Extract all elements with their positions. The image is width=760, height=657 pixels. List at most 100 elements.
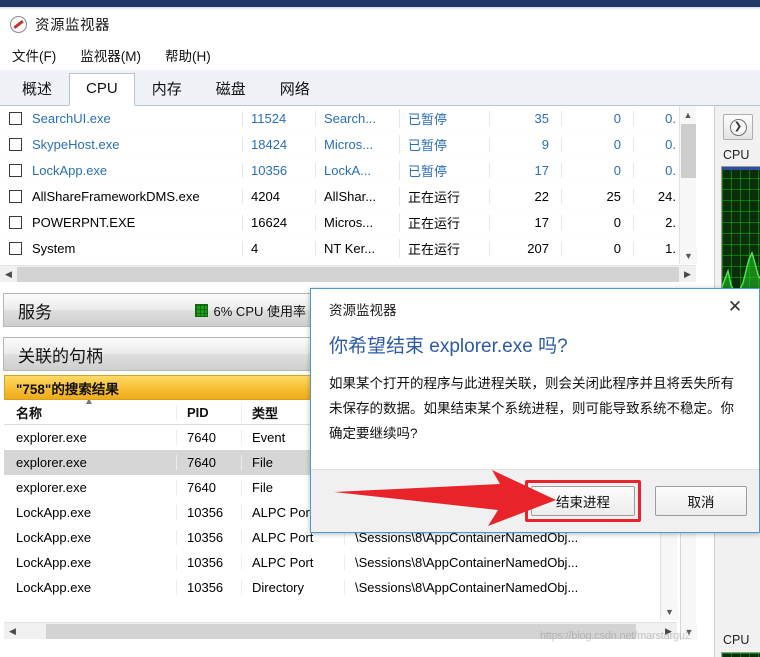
chevron-down-icon[interactable]: ▼ (680, 247, 697, 264)
chevron-up-icon[interactable]: ▲ (680, 106, 696, 123)
process-name: SkypeHost.exe (32, 137, 120, 152)
tab-network[interactable]: 网络 (263, 74, 327, 105)
handle-pid: 10356 (176, 505, 241, 520)
handle-pid: 7640 (176, 455, 241, 470)
menu-item-file[interactable]: 文件(F) (12, 45, 56, 65)
handle-name: LockApp.exe (16, 530, 92, 545)
process-cpu: 0 (561, 137, 633, 152)
handle-name: explorer.exe (16, 480, 87, 495)
handles-search-result-bar: "758"的搜索结果 (4, 375, 312, 400)
menu-item-monitor[interactable]: 监视器(M) (80, 45, 141, 65)
process-pid: 18424 (242, 137, 315, 152)
cpu-graph-2 (721, 652, 760, 657)
handle-name: LockApp.exe (16, 555, 92, 570)
chevron-left-icon[interactable]: ◀ (0, 269, 17, 280)
dialog-heading: 你希望结束 explorer.exe 吗? (329, 336, 568, 357)
handle-name: explorer.exe (16, 455, 87, 470)
handle-pid: 10356 (176, 530, 241, 545)
processes-table[interactable]: SearchUI.exe 11524 Search... 已暂停 35 0 0.… (0, 106, 678, 264)
process-avg-cpu: 2. (633, 215, 678, 230)
watermark-text: https://blog.csdn.net/marstargu2 (540, 630, 691, 642)
handles-section-header[interactable]: 关联的句柄 (3, 337, 313, 371)
process-description: NT Ker... (315, 241, 399, 256)
process-avg-cpu: 0. (633, 111, 678, 126)
services-cpu-usage-label: 6% CPU 使用率 (213, 303, 306, 319)
dialog-title: 资源监视器 (329, 303, 397, 318)
process-threads: 35 (489, 111, 561, 126)
table-row[interactable]: AllShareFrameworkDMS.exe 4204 AllShar...… (0, 184, 678, 210)
tab-cpu[interactable]: CPU (69, 73, 135, 106)
process-description: Micros... (315, 137, 399, 152)
process-threads: 17 (489, 163, 561, 178)
process-name: AllShareFrameworkDMS.exe (32, 189, 200, 204)
row-checkbox[interactable] (0, 164, 30, 177)
row-checkbox[interactable] (0, 138, 30, 151)
cpu-indicator-icon (194, 303, 208, 317)
handle-name: LockApp.exe (16, 580, 92, 595)
chevron-down-icon[interactable]: ▼ (661, 603, 678, 620)
chevron-right-icon: ❯ (729, 118, 747, 136)
window-title: 资源监视器 (35, 17, 110, 34)
title-bar: 资源监视器 (0, 9, 760, 39)
process-description: Search... (315, 111, 399, 126)
process-name: POWERPNT.EXE (32, 215, 136, 230)
processes-horizontal-scrollbar[interactable]: ◀ ▶ (0, 265, 696, 282)
table-row[interactable]: LockApp.exe 10356 ALPC Port \Sessions\8\… (4, 550, 710, 575)
table-row[interactable]: POWERPNT.EXE 16624 Micros... 正在运行 17 0 2… (0, 210, 678, 236)
process-threads: 207 (489, 241, 561, 256)
process-pid: 4 (242, 241, 315, 256)
table-row[interactable]: SkypeHost.exe 18424 Micros... 已暂停 9 0 0. (0, 132, 678, 158)
close-icon[interactable]: ✕ (721, 294, 749, 320)
table-row[interactable]: System 4 NT Ker... 正在运行 207 0 1. (0, 236, 678, 262)
cpu-graph-2-plot (722, 653, 760, 657)
scrollbar-thumb[interactable] (681, 124, 696, 178)
process-avg-cpu: 24. (633, 189, 678, 204)
process-pid: 10356 (242, 163, 315, 178)
processes-vertical-scrollbar[interactable]: ▲ ▼ (679, 106, 697, 264)
table-row[interactable]: SearchUI.exe 11524 Search... 已暂停 35 0 0. (0, 106, 678, 132)
row-checkbox[interactable] (0, 216, 30, 229)
graph-label-cpu-1: CPU (723, 148, 750, 162)
process-threads: 17 (489, 215, 561, 230)
column-header-pid[interactable]: PID (176, 404, 241, 420)
process-description: LockA... (315, 163, 399, 178)
row-checkbox[interactable] (0, 112, 30, 125)
process-cpu: 0 (561, 111, 633, 126)
process-cpu: 0 (561, 163, 633, 178)
process-name: LockApp.exe (32, 163, 108, 178)
handles-section-title: 关联的句柄 (18, 346, 103, 366)
process-status: 已暂停 (399, 135, 489, 154)
handle-path: \Sessions\8\AppContainerNamedObj... (344, 580, 710, 595)
handles-search-result-label: "758"的搜索结果 (16, 381, 119, 397)
row-checkbox[interactable] (0, 242, 30, 255)
menu-item-help[interactable]: 帮助(H) (165, 45, 211, 65)
process-status: 正在运行 (399, 187, 489, 206)
menu-bar: 文件(F) 监视器(M) 帮助(H) (0, 42, 760, 68)
handle-pid: 10356 (176, 580, 241, 595)
tab-memory[interactable]: 内存 (135, 74, 199, 105)
process-pid: 4204 (242, 189, 315, 204)
resource-monitor-window: 资源监视器 文件(F) 监视器(M) 帮助(H) 概述 CPU 内存 磁盘 网络… (0, 0, 760, 657)
cancel-button[interactable]: 取消 (655, 486, 747, 516)
process-status: 正在运行 (399, 213, 489, 232)
chevron-left-icon[interactable]: ◀ (4, 626, 21, 637)
collapse-panel-button[interactable]: ❯ (723, 114, 753, 140)
table-row[interactable]: LockApp.exe 10356 LockA... 已暂停 17 0 0. (0, 158, 678, 184)
tab-bar: 概述 CPU 内存 磁盘 网络 (0, 70, 760, 106)
tab-disk[interactable]: 磁盘 (199, 74, 263, 105)
process-pid: 11524 (242, 111, 315, 126)
table-row[interactable]: LockApp.exe 10356 Directory \Sessions\8\… (4, 575, 710, 600)
window-top-strip (0, 0, 760, 7)
process-cpu: 0 (561, 215, 633, 230)
process-description: AllShar... (315, 189, 399, 204)
scrollbar-track[interactable] (17, 266, 679, 282)
process-pid: 16624 (242, 215, 315, 230)
handle-type: ALPC Port (241, 555, 344, 570)
chevron-right-icon[interactable]: ▶ (679, 269, 696, 280)
tab-overview[interactable]: 概述 (5, 74, 69, 105)
process-name: SearchUI.exe (32, 111, 111, 126)
services-section-header[interactable]: 服务 6% CPU 使用率 (3, 293, 313, 327)
process-status: 正在运行 (399, 239, 489, 258)
handle-path: \Sessions\8\AppContainerNamedObj... (344, 555, 710, 570)
row-checkbox[interactable] (0, 190, 30, 203)
